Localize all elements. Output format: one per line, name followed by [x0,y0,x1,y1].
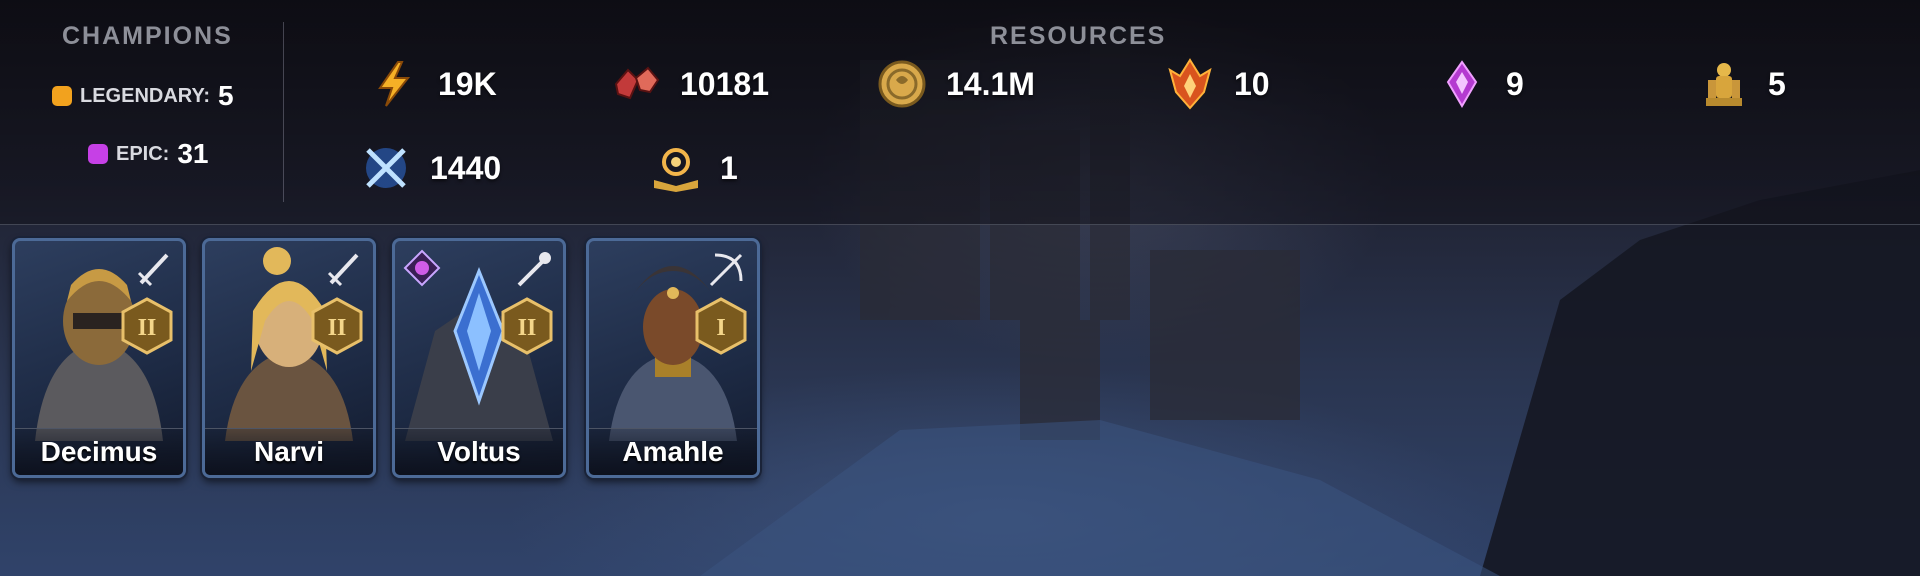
legendary-count-row: LEGENDARY: 5 [52,80,234,112]
rank-badge-icon: II [501,297,553,355]
legendary-dot-icon [52,86,72,106]
tome-icon [654,148,698,192]
void-affinity-icon [403,249,441,287]
sword-role-icon [137,253,169,287]
rank-badge-icon: II [121,297,173,355]
resource-rubies: 10181 [610,54,769,114]
section-divider [283,22,284,202]
silver-value: 14.1M [946,65,1035,102]
rubies-value: 10181 [680,65,769,102]
sword-role-icon [327,253,359,287]
epic-label: EPIC: [116,142,170,165]
resource-fire-fragment: 10 [1164,54,1270,114]
rank-label: I [716,315,725,341]
champion-card-voltus[interactable]: II Voltus [392,238,566,478]
name-bar: Amahle [589,428,757,475]
void-shard-icon [1446,60,1478,108]
arena-swords-icon [366,148,406,188]
champion-name: Narvi [253,436,325,467]
resource-void-shard: 9 [1436,54,1524,114]
resource-energy: 19K [368,54,497,114]
champion-card-amahle[interactable]: I Amahle [586,238,760,478]
legendary-label: LEGENDARY: [80,84,210,107]
resource-tome: 1 [650,138,738,198]
rank-badge-icon: II [311,297,363,355]
void-shard-value: 9 [1506,65,1524,102]
silver-coin-icon [878,60,926,108]
staff-role-icon [517,252,551,287]
champion-card-decimus[interactable]: II Decimus [12,238,186,478]
fire-fragment-value: 10 [1234,65,1270,102]
energy-value: 19K [438,65,497,102]
rank-badge-icon: I [695,297,747,355]
legendary-count: 5 [218,80,234,111]
name-bar: Decimus [15,428,183,475]
arena-value: 1440 [430,149,502,186]
rubies-icon [614,66,660,100]
gold-statue-value: 5 [1768,65,1786,102]
champions-title: CHAMPIONS [62,22,233,50]
fire-fragment-icon [1168,58,1212,110]
champion-name: Decimus [40,436,158,467]
champion-name: Amahle [622,436,724,467]
energy-icon [378,61,411,107]
resource-gold-statue: 5 [1698,54,1786,114]
name-bar: Voltus [395,428,563,475]
epic-count: 31 [177,138,209,169]
epic-count-row: EPIC: 31 [88,138,209,170]
resources-title: RESOURCES [990,22,1167,50]
resource-silver: 14.1M [876,54,1035,114]
resource-arena: 1440 [360,138,501,198]
rank-label: II [138,315,157,341]
tome-value: 1 [720,149,738,186]
rank-label: II [518,315,537,341]
gold-statue-icon [1706,63,1742,106]
epic-dot-icon [88,144,108,164]
name-bar: Narvi [205,428,373,475]
bow-role-icon [709,253,743,287]
champion-card-narvi[interactable]: II Narvi [202,238,376,478]
champion-name: Voltus [437,436,521,467]
rank-label: II [328,315,347,341]
